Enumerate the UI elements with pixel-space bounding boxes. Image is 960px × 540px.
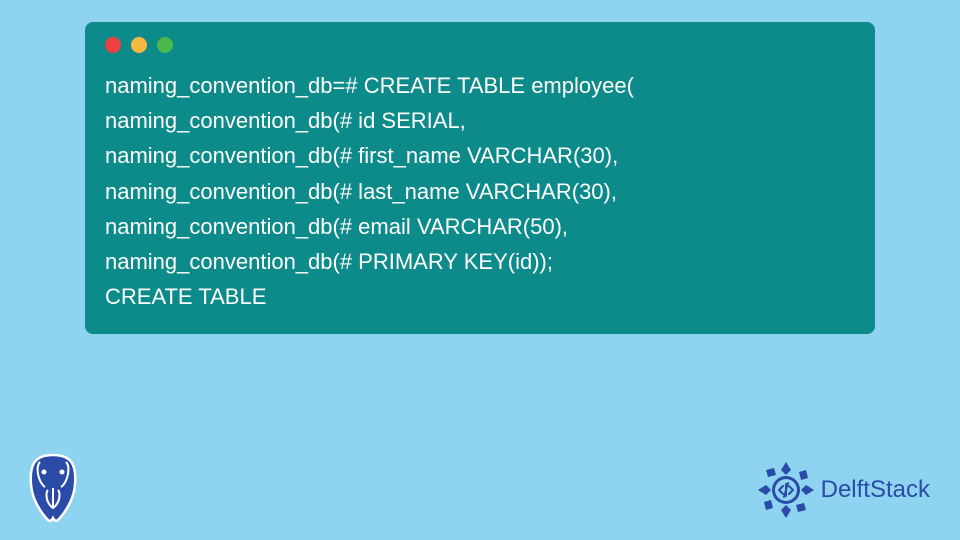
window-controls	[105, 37, 855, 53]
code-line: naming_convention_db(# PRIMARY KEY(id));	[105, 244, 855, 279]
code-line: naming_convention_db(# id SERIAL,	[105, 103, 855, 138]
delftstack-icon	[756, 460, 816, 520]
code-line: naming_convention_db(# first_name VARCHA…	[105, 138, 855, 173]
delftstack-logo: DelftStack	[756, 460, 930, 520]
postgresql-logo-icon	[18, 450, 88, 525]
terminal-window: naming_convention_db=# CREATE TABLE empl…	[85, 22, 875, 334]
minimize-icon[interactable]	[131, 37, 147, 53]
code-line: naming_convention_db(# last_name VARCHAR…	[105, 174, 855, 209]
delftstack-label: DelftStack	[821, 476, 930, 504]
code-line: CREATE TABLE	[105, 279, 855, 314]
code-line: naming_convention_db=# CREATE TABLE empl…	[105, 68, 855, 103]
close-icon[interactable]	[105, 37, 121, 53]
maximize-icon[interactable]	[157, 37, 173, 53]
terminal-content: naming_convention_db=# CREATE TABLE empl…	[105, 68, 855, 314]
code-line: naming_convention_db(# email VARCHAR(50)…	[105, 209, 855, 244]
